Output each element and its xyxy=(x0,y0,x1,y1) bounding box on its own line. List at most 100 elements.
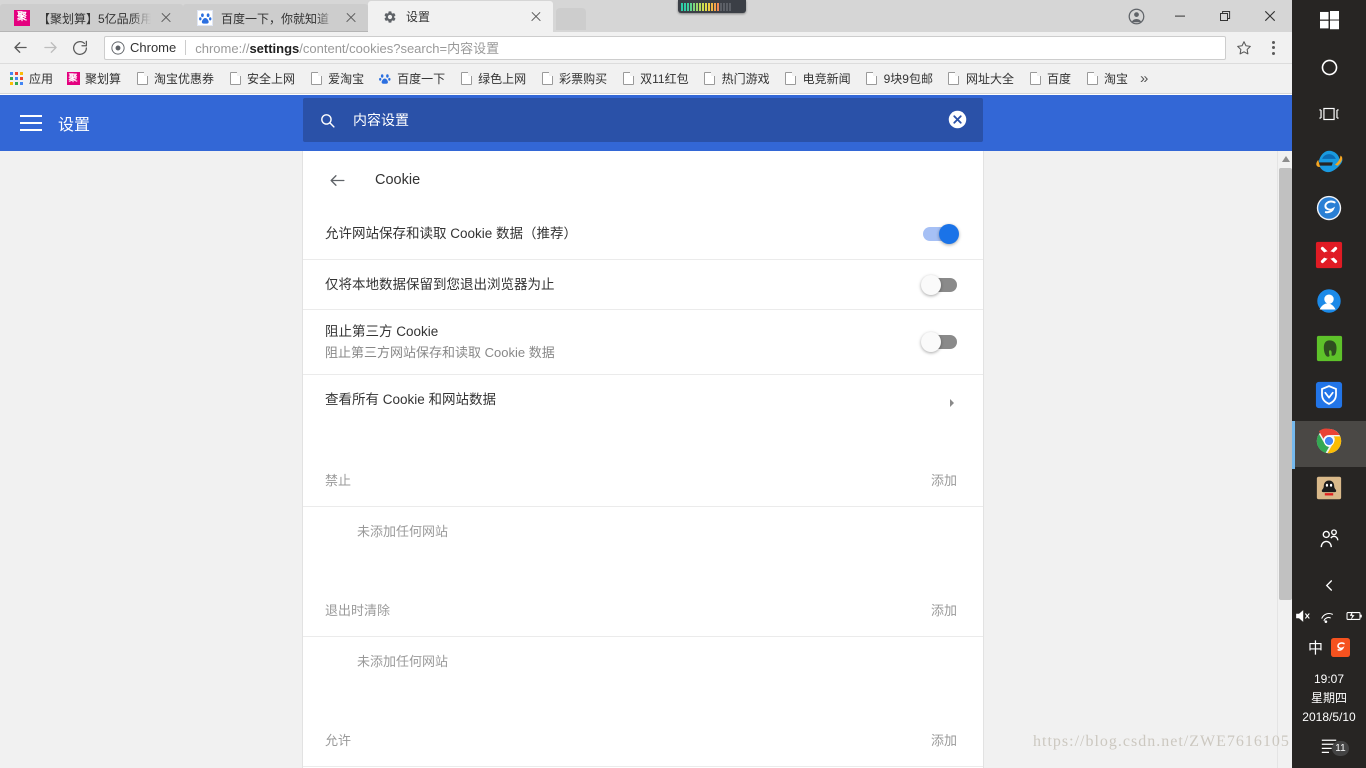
doc-icon xyxy=(309,72,323,86)
evernote-button[interactable] xyxy=(1292,327,1366,374)
setting-row-block-third-party[interactable]: 阻止第三方 Cookie 阻止第三方网站保存和读取 Cookie 数据 xyxy=(303,309,983,374)
tab-title: 设置 xyxy=(406,10,431,24)
battery-charging-icon[interactable] xyxy=(1344,610,1363,622)
row-title: 阻止第三方 Cookie xyxy=(325,324,439,339)
url-suffix: /content/cookies?search=内容设置 xyxy=(299,41,500,56)
row-subtitle: 阻止第三方网站保存和读取 Cookie 数据 xyxy=(325,345,555,360)
bookmark-item[interactable]: 双11红包 xyxy=(614,67,695,91)
doc-icon xyxy=(703,72,717,86)
volume-muted-icon[interactable] xyxy=(1295,609,1312,623)
clear-icon[interactable] xyxy=(947,109,969,131)
toggle-allow-cookies[interactable] xyxy=(923,224,959,244)
bookmark-item[interactable]: 百度 xyxy=(1021,67,1078,91)
tab-close-icon[interactable] xyxy=(157,9,175,27)
row-texts: 查看所有 Cookie 和网站数据 xyxy=(325,378,947,422)
bookmark-apps-button[interactable]: 应用 xyxy=(4,70,59,87)
close-icon[interactable] xyxy=(1247,0,1292,32)
bookmarks-overflow-button[interactable]: » xyxy=(1135,70,1153,87)
bookmark-item[interactable]: 彩票购买 xyxy=(533,67,614,91)
bookmark-item[interactable]: 电竞新闻 xyxy=(777,67,858,91)
screen: 聚 【聚划算】5亿品质用户精 xyxy=(0,0,1366,768)
sogou-browser-button[interactable] xyxy=(1292,187,1366,234)
people-button[interactable] xyxy=(1292,514,1366,569)
scrollbar-thumb[interactable] xyxy=(1279,168,1292,600)
url-prefix: chrome:// xyxy=(195,41,250,56)
start-button[interactable] xyxy=(1292,0,1366,47)
row-texts: 仅将本地数据保留到您退出浏览器为止 xyxy=(325,263,923,307)
bookmark-item[interactable]: 9块9包邮 xyxy=(858,67,940,91)
tab-close-icon[interactable] xyxy=(527,8,545,26)
search-input[interactable]: 内容设置 xyxy=(353,110,947,130)
doc-icon xyxy=(621,72,635,86)
bookmark-item[interactable]: 百度一下 xyxy=(371,67,452,91)
page-scrollbar[interactable] xyxy=(1277,151,1292,768)
chevron-up-icon[interactable] xyxy=(1323,579,1336,592)
tray-status-row xyxy=(1292,602,1366,631)
security-shield-button[interactable] xyxy=(1292,374,1366,421)
chrome-button[interactable] xyxy=(1292,420,1366,469)
bookmark-item[interactable]: 淘宝 xyxy=(1078,67,1135,91)
bookmark-item[interactable]: 安全上网 xyxy=(221,67,302,91)
add-button-allow[interactable]: 添加 xyxy=(931,730,957,749)
qq-browser-button[interactable] xyxy=(1292,280,1366,327)
exception-section-header-clear-on-exit: 退出时清除 添加 xyxy=(303,582,983,636)
back-arrow-icon[interactable] xyxy=(6,34,34,62)
tab-close-icon[interactable] xyxy=(342,9,360,27)
clock-date: 2018/5/10 xyxy=(1302,710,1356,725)
cortana-search-button[interactable] xyxy=(1292,47,1366,94)
bookmark-label: 网址大全 xyxy=(965,72,1014,86)
star-icon[interactable] xyxy=(1232,36,1256,60)
audio-level-meter xyxy=(678,0,746,13)
chrome-browser-window: 聚 【聚划算】5亿品质用户精 xyxy=(0,0,1292,768)
doc-icon xyxy=(1028,72,1042,86)
toggle-block-third-party[interactable] xyxy=(921,332,957,352)
taskbar-clock[interactable]: 19:07 星期四 2018/5/10 xyxy=(1302,664,1355,731)
baidu-icon xyxy=(378,72,392,86)
scroll-up-arrow-icon[interactable] xyxy=(1278,151,1293,166)
sogou-ime-icon[interactable] xyxy=(1331,637,1350,657)
browser-tab[interactable]: 聚 【聚划算】5亿品质用户精 xyxy=(0,4,183,32)
settings-search-box[interactable]: 内容设置 xyxy=(303,98,983,142)
bookmark-item[interactable]: 爱淘宝 xyxy=(302,67,371,91)
hamburger-icon[interactable] xyxy=(20,115,42,131)
qq-messenger-button[interactable] xyxy=(1292,467,1366,514)
new-tab-button[interactable] xyxy=(556,8,586,30)
bookmark-label: 百度一下 xyxy=(397,72,446,86)
wifi-icon[interactable] xyxy=(1320,609,1336,624)
three-dot-menu-icon[interactable] xyxy=(1260,35,1286,61)
bookmark-item[interactable]: 淘宝优惠券 xyxy=(128,67,221,91)
bookmark-item[interactable]: 网址大全 xyxy=(940,67,1021,91)
ime-mode-icon[interactable]: 中 xyxy=(1308,637,1323,658)
internet-explorer-button[interactable] xyxy=(1292,140,1366,187)
address-bar[interactable]: Chrome chrome://settings/content/cookies… xyxy=(104,35,1226,60)
reload-icon[interactable] xyxy=(66,34,94,62)
bookmark-label: 淘宝 xyxy=(1104,72,1129,86)
setting-row-allow-cookies[interactable]: 允许网站保存和读取 Cookie 数据（推荐） xyxy=(303,209,983,259)
bookmark-item[interactable]: 绿色上网 xyxy=(452,67,533,91)
toggle-keep-until-quit[interactable] xyxy=(921,274,957,295)
minimize-icon[interactable] xyxy=(1157,0,1202,32)
card-title: Cookie xyxy=(375,172,421,188)
site-chip-label: Chrome xyxy=(130,40,177,55)
browser-tab-active[interactable]: 设置 xyxy=(368,1,553,32)
qq-browser-icon xyxy=(1314,286,1344,321)
chrome-shield-icon xyxy=(111,40,125,55)
search-icon xyxy=(319,112,341,129)
add-button-clear-on-exit[interactable]: 添加 xyxy=(931,600,957,619)
back-arrow-icon[interactable] xyxy=(325,168,349,192)
setting-row-see-all-cookies[interactable]: 查看所有 Cookie 和网站数据 xyxy=(303,374,983,424)
apps-label: 应用 xyxy=(29,72,54,86)
action-center-button[interactable]: 11 xyxy=(1292,731,1366,768)
bookmark-item[interactable]: 聚 聚划算 xyxy=(59,67,128,91)
restore-icon[interactable] xyxy=(1202,0,1247,32)
task-view-button[interactable] xyxy=(1292,93,1366,140)
setting-row-keep-until-quit[interactable]: 仅将本地数据保留到您退出浏览器为止 xyxy=(303,259,983,309)
tab-title: 百度一下，你就知道 xyxy=(221,11,330,26)
browser-tab[interactable]: 百度一下，你就知道 xyxy=(183,4,368,32)
xmind-button[interactable] xyxy=(1292,234,1366,281)
profile-avatar-icon[interactable] xyxy=(1115,0,1157,32)
add-button-block[interactable]: 添加 xyxy=(931,470,957,489)
windows-logo-icon xyxy=(1319,11,1339,35)
xmind-icon xyxy=(1315,241,1343,274)
bookmark-item[interactable]: 热门游戏 xyxy=(696,67,777,91)
